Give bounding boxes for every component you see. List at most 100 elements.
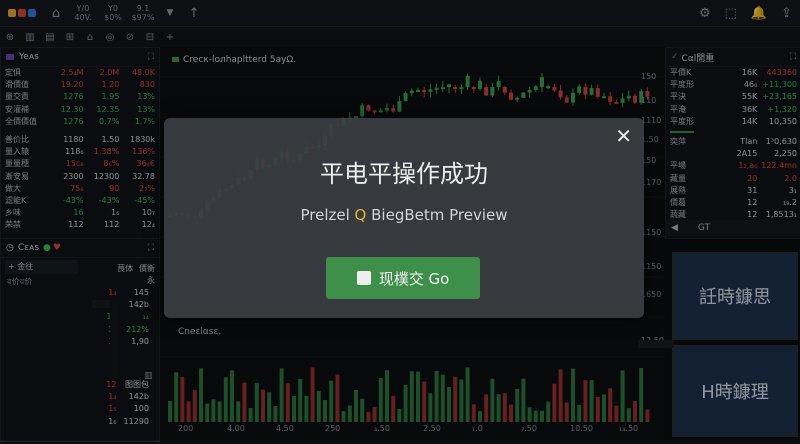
candle: [428, 89, 433, 92]
list-row[interactable]: 平度形 14K 10,350: [666, 116, 800, 128]
list-row[interactable]: 量入辕 118₆ 1.38% 136%: [1, 146, 159, 158]
cell: -43%: [98, 195, 120, 205]
chart-title: Crecк-lолhaplttеrd 5ayΩ.: [172, 55, 296, 65]
list-row[interactable]: 量交責 1276 1.95 13%: [1, 91, 159, 103]
cell: 平度形: [670, 80, 694, 90]
volume-bar: [199, 368, 203, 422]
monitor-screen-2: H時鏮理: [672, 345, 798, 437]
go-button[interactable]: 现樸交 Go: [326, 257, 480, 299]
list-row[interactable]: 荣禁 112 112 12₄: [1, 219, 159, 231]
chevron-down-icon[interactable]: ▼: [158, 0, 182, 26]
volume-bar: [626, 408, 631, 422]
tool-icon[interactable]: ⊕: [0, 32, 20, 43]
tool-icon[interactable]: ⊞: [60, 32, 80, 43]
list-row[interactable]: 漸安易 2300 12300 32.78: [1, 171, 159, 183]
tool-icon[interactable]: ⌂: [80, 32, 100, 43]
candle: [496, 81, 501, 87]
cell: 112: [104, 220, 120, 230]
list-row[interactable]: 平場 1₂,a₆ 122.4mn: [666, 160, 800, 172]
tool-icon[interactable]: ▤: [40, 32, 60, 43]
list-row[interactable]: 乡味 16 1₆ 10₇: [1, 207, 159, 219]
cell: 量量穗: [5, 159, 29, 169]
crop-icon[interactable]: ⬚: [725, 6, 737, 21]
candle: [422, 89, 427, 92]
stat-1: Y/0 40V.: [74, 4, 92, 22]
list-row[interactable]: 價葛 12 ₁₈.2: [666, 197, 800, 209]
cell: 142b: [128, 392, 149, 402]
candle: [602, 96, 606, 99]
tool-icon[interactable]: ⊘: [120, 32, 140, 43]
arrow-up-icon[interactable]: ↑: [182, 0, 206, 26]
list-row[interactable]: 滤能K -43% -43% -45%: [1, 195, 159, 207]
list-row[interactable]: 1₄ 142b: [41, 391, 153, 403]
cell: 1830k: [130, 134, 156, 144]
bar-chart-icon: ▥: [144, 371, 153, 381]
tool-icon[interactable]: ⊟: [140, 32, 160, 43]
expand-icon[interactable]: ⛶: [790, 52, 796, 62]
cell: 2.5₄M: [60, 68, 84, 77]
list-row[interactable]: 量量穗 15c₈ 8₆% 36₄€: [1, 158, 159, 170]
volume-bar: [217, 401, 222, 422]
cell: 12: [747, 197, 758, 207]
list-row[interactable]: 平決 55K +23,165: [666, 91, 800, 103]
candle: [360, 105, 365, 117]
settings-icon[interactable]: ⚙: [699, 6, 711, 21]
list-row[interactable]: 藏量 20 2.0: [666, 173, 800, 185]
cell: 12₄: [141, 220, 156, 230]
tool-icon[interactable]: ▥: [20, 32, 40, 43]
candle: [521, 92, 526, 98]
bell-icon[interactable]: 🔔: [751, 6, 767, 21]
cell: [45, 287, 84, 299]
app-logo[interactable]: [0, 0, 44, 26]
expand-icon[interactable]: ⛶: [148, 52, 154, 62]
list-row[interactable]: 12 图图包: [41, 379, 153, 391]
list-row[interactable]: 全價價值 1276 0.7% 1.7%: [1, 116, 159, 128]
list-row[interactable]: 平淹 36K +1,320: [666, 104, 800, 116]
volume-bar: [633, 401, 637, 422]
home-icon[interactable]: ⌂: [44, 0, 68, 26]
list-row[interactable]: 1₄ 145: [41, 287, 153, 299]
candle: [397, 101, 402, 112]
volume-bar: [521, 378, 526, 422]
list-row[interactable]: 3₉212%: [41, 324, 153, 336]
list-row[interactable]: 展熟 31 3₁: [666, 185, 800, 197]
volume-bar: [397, 408, 402, 422]
list-row[interactable]: 做大 75₆ 90 2₇%: [1, 183, 159, 195]
cell: [45, 403, 84, 415]
volume-bar: [484, 394, 489, 422]
cell: 平決: [670, 92, 686, 102]
volume-bar: [465, 367, 470, 422]
panel-title: Yeᴀs: [19, 52, 39, 62]
cell: 12300: [93, 171, 120, 181]
list-row[interactable]: 平度形 46₀ +11,300: [666, 79, 800, 91]
tool-icon[interactable]: ◎: [100, 32, 120, 43]
list-row[interactable]: 奕萍 Tlan 1³0,630: [666, 136, 800, 148]
list-row[interactable]: 3₂1,90: [41, 336, 153, 348]
upload-icon[interactable]: ⇪: [781, 6, 792, 21]
axis-tick-label: 4.00: [227, 424, 245, 433]
volume-bar: [391, 395, 396, 422]
list-row[interactable]: 平價K 16K 443360: [666, 67, 800, 79]
list-row[interactable]: 定俱 2.5₄M 2.0M 48.0K: [1, 67, 159, 79]
expand-icon[interactable]: ⛶: [148, 243, 154, 253]
list-row[interactable]: 2A15 2,250: [666, 148, 800, 160]
volume-bar: [639, 368, 644, 422]
candle: [434, 87, 439, 90]
cell: 1³0,630: [765, 136, 797, 146]
list-row[interactable]: 滑價值 19.20 1.20 830: [1, 79, 159, 91]
tool-icon[interactable]: +: [160, 32, 180, 43]
list-row[interactable]: 1₆ 11290: [41, 416, 153, 428]
cell: 1276: [63, 92, 84, 102]
close-icon[interactable]: ✕: [615, 124, 632, 148]
monitor-stand: [110, 300, 118, 380]
volume-bar: [372, 407, 377, 422]
back-arrow-icon[interactable]: ◀: [671, 223, 678, 233]
list-row[interactable]: 安灌補 12.30 12.35 13%: [1, 104, 159, 116]
add-field[interactable]: + 金往: [5, 260, 78, 274]
list-row[interactable]: 善价比 1180 1.50 1830k: [1, 134, 159, 146]
volume-bar: [248, 407, 253, 422]
list-row[interactable]: 19₁₄: [41, 311, 153, 323]
cell: 荣禁: [5, 220, 21, 230]
list-row[interactable]: 1₅ 100: [41, 403, 153, 415]
volume-bar: [490, 378, 495, 422]
